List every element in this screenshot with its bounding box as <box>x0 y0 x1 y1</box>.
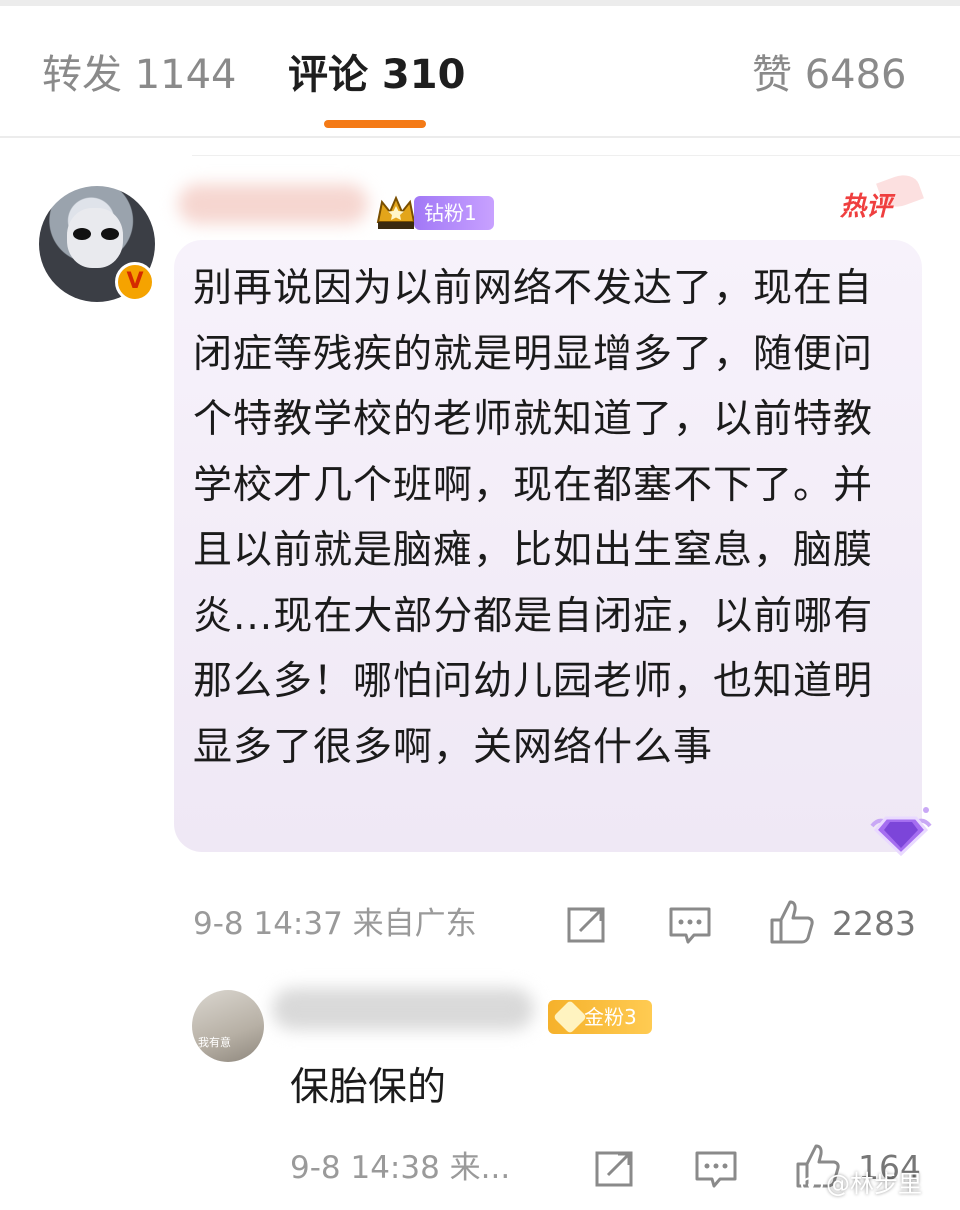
replier-avatar[interactable]: 我有意 <box>192 990 264 1062</box>
tab-bar: 转发 1144 评论 310 赞 6486 <box>0 6 960 136</box>
repost-icon[interactable] <box>566 904 608 944</box>
active-tab-indicator <box>324 120 426 128</box>
crown-icon <box>376 195 416 229</box>
weibo-logo-icon <box>801 1177 823 1193</box>
reply-text: 保胎保的 <box>290 1065 447 1110</box>
reply-time-location: 9-8 14:38 来... <box>290 1150 511 1186</box>
diamond-gem-icon <box>870 807 932 857</box>
tab-comments[interactable]: 评论 310 <box>288 50 465 100</box>
diamond-fan-badge: 钻粉1 <box>414 196 494 230</box>
comment-text: 别再说因为以前网络不发达了，现在自闭症等残疾的就是明显增多了，随便问个特教学校的… <box>193 266 874 770</box>
hot-comment-tag: 热评 <box>840 192 893 222</box>
replier-name-blurred[interactable] <box>272 988 534 1030</box>
replier-avatar-caption: 我有意 <box>198 1036 231 1049</box>
comment-time-location: 9-8 14:37 来自广东 <box>193 906 477 942</box>
comment-like-count: 2283 <box>832 904 916 943</box>
like-thumb-icon[interactable] <box>768 898 816 946</box>
watermark: @林步里 <box>826 1170 922 1198</box>
reply-repost-icon[interactable] <box>594 1148 636 1188</box>
commenter-name-blurred[interactable] <box>178 184 368 224</box>
avatar-glasses <box>73 228 119 240</box>
tab-likes[interactable]: 赞 6486 <box>752 50 907 100</box>
comment-icon[interactable] <box>668 906 712 946</box>
tabs-divider <box>0 136 960 138</box>
tab-reposts[interactable]: 转发 1144 <box>42 50 237 100</box>
section-divider <box>192 155 960 156</box>
reply-comment-icon[interactable] <box>694 1150 738 1190</box>
verified-badge-icon: V <box>115 262 155 302</box>
